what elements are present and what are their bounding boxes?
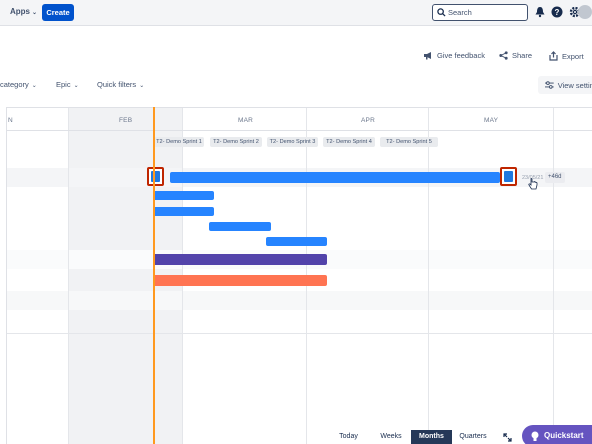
lightbulb-icon bbox=[531, 431, 539, 441]
search-input[interactable]: Search bbox=[432, 4, 528, 21]
month-label: MAR bbox=[238, 117, 254, 124]
month-divider bbox=[428, 107, 429, 444]
fullscreen-icon[interactable] bbox=[503, 433, 512, 442]
month-divider bbox=[68, 107, 69, 444]
sprint-chip[interactable]: T2- Demo Sprint 3 bbox=[267, 137, 318, 147]
weeks-button[interactable]: Weeks bbox=[372, 430, 410, 444]
chevron-down-icon: ⌄ bbox=[139, 83, 145, 89]
row-divider bbox=[7, 333, 592, 334]
search-icon bbox=[437, 8, 446, 17]
month-divider bbox=[553, 107, 554, 444]
quick-filters-label: Quick filters bbox=[97, 80, 137, 89]
chevron-down-icon: ⌄ bbox=[73, 83, 79, 89]
apps-label: Apps bbox=[10, 7, 30, 16]
story-bar[interactable] bbox=[153, 191, 214, 200]
timeline-row[interactable] bbox=[7, 291, 592, 310]
months-button[interactable]: Months bbox=[411, 430, 452, 444]
view-settings-button[interactable]: View setting bbox=[538, 76, 592, 94]
timeline-header: N FEB MAR APR MAY bbox=[0, 107, 592, 131]
category-filter[interactable]: category ⌄ bbox=[0, 80, 37, 89]
today-button[interactable]: Today bbox=[333, 430, 364, 444]
chevron-down-icon: ⌄ bbox=[31, 83, 37, 89]
sprint-chip[interactable]: T2- Demo Sprint 2 bbox=[210, 137, 262, 147]
app-root: Apps ⌄ Create Search ? Give feedback Sha… bbox=[0, 0, 592, 444]
export-label: Export bbox=[562, 51, 584, 61]
epic-filter[interactable]: Epic ⌄ bbox=[56, 80, 79, 89]
svg-text:?: ? bbox=[555, 8, 560, 17]
month-label: N bbox=[8, 117, 13, 124]
search-placeholder: Search bbox=[448, 8, 472, 17]
bar-start-handle[interactable] bbox=[147, 167, 164, 186]
notifications-icon[interactable] bbox=[534, 6, 546, 18]
bar-end-handle[interactable] bbox=[500, 167, 517, 186]
epic-bar[interactable] bbox=[153, 254, 327, 265]
left-panel-edge bbox=[0, 107, 7, 444]
story-bar[interactable] bbox=[209, 222, 271, 231]
epic-bar[interactable] bbox=[170, 172, 500, 183]
sprint-chip[interactable]: T2- Demo Sprint 1 bbox=[154, 137, 204, 147]
story-bar[interactable] bbox=[266, 237, 327, 246]
today-marker bbox=[153, 107, 155, 444]
megaphone-icon bbox=[424, 52, 431, 60]
give-feedback-button[interactable]: Give feedback bbox=[423, 51, 485, 60]
sprint-chip[interactable]: T2- Demo Sprint 4 bbox=[323, 137, 375, 147]
give-feedback-label: Give feedback bbox=[437, 51, 485, 60]
epic-filter-label: Epic bbox=[56, 80, 71, 89]
export-icon bbox=[549, 51, 558, 61]
share-icon bbox=[499, 51, 508, 60]
share-label: Share bbox=[512, 51, 533, 60]
month-label: FEB bbox=[119, 117, 133, 124]
view-settings-label: View setting bbox=[557, 81, 592, 90]
sprint-chip[interactable]: T2- Demo Sprint 5 bbox=[380, 137, 438, 147]
avatar[interactable] bbox=[578, 5, 592, 19]
month-label: MAY bbox=[484, 117, 499, 124]
hand-cursor-icon bbox=[528, 178, 538, 190]
category-filter-label: category bbox=[0, 80, 29, 89]
top-navigation: Apps ⌄ Create Search ? bbox=[0, 0, 592, 26]
month-label: APR bbox=[361, 117, 375, 124]
story-bar[interactable] bbox=[153, 207, 214, 216]
quarters-button[interactable]: Quarters bbox=[452, 430, 494, 444]
quick-filters[interactable]: Quick filters ⌄ bbox=[97, 80, 144, 89]
create-button[interactable]: Create bbox=[42, 4, 74, 21]
apps-menu[interactable]: Apps ⌄ bbox=[10, 7, 37, 16]
export-button[interactable]: Export bbox=[549, 51, 584, 61]
quickstart-label: Quickstart bbox=[544, 431, 584, 440]
sliders-icon bbox=[545, 81, 554, 89]
quickstart-button[interactable]: Quickstart bbox=[522, 425, 592, 444]
chevron-down-icon: ⌄ bbox=[32, 10, 38, 16]
timeline: N FEB MAR APR MAY T2- Demo Sprint 1 T2- … bbox=[0, 107, 592, 444]
epic-bar[interactable] bbox=[153, 275, 327, 286]
help-icon[interactable]: ? bbox=[551, 6, 563, 18]
share-button[interactable]: Share bbox=[499, 51, 532, 60]
overflow-badge: +46d bbox=[545, 172, 565, 183]
